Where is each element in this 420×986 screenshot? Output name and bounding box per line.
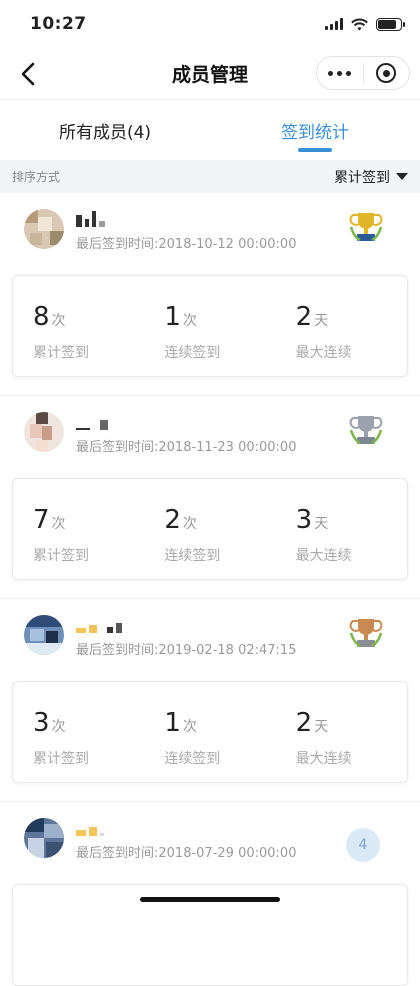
silver-trophy-icon [349,416,383,445]
nav-bar: 成员管理 [0,48,420,100]
more-button[interactable] [317,57,363,89]
stat-total: 3次 累计签到 [33,708,89,767]
sort-label: 排序方式 [12,170,61,184]
stat-max: 3天 最大连续 [295,505,352,564]
tab-label: 签到统计 [281,122,349,143]
sort-bar: 排序方式 累计签到 [0,160,420,193]
more-dots-icon [328,70,352,76]
sort-dropdown[interactable]: 累计签到 [334,167,408,187]
close-miniprogram-button[interactable] [364,57,410,89]
last-checkin-time: 最后签到时间:2018-11-23 00:00:00 [76,440,297,455]
sort-selected: 累计签到 [334,169,390,186]
last-checkin-time: 最后签到时间:2018-10-12 00:00:00 [76,237,297,252]
member-name-blurred [76,211,105,227]
bronze-trophy-icon [349,619,383,648]
member-name-blurred [76,414,108,430]
wifi-icon [351,18,368,30]
stat-consecutive: 1次 连续签到 [164,302,221,361]
member-name-blurred [76,617,122,633]
last-checkin-time: 最后签到时间:2019-02-18 02:47:15 [76,643,297,658]
tab-label: 所有成员(4) [58,122,152,143]
member-item[interactable]: 最后签到时间:2018-07-29 00:00:00 4 [0,801,420,986]
rank-badge: 4 [346,828,380,862]
battery-icon [376,17,405,31]
stats-card: 8次 累计签到 1次 连续签到 2天 最大连续 [12,275,408,377]
tab-all-members[interactable]: 所有成员(4) [0,100,210,160]
stats-card: 3次 累计签到 1次 连续签到 2天 最大连续 [12,681,408,783]
tab-checkin-stats[interactable]: 签到统计 [210,100,420,160]
stat-consecutive: 1次 连续签到 [164,708,221,767]
member-item[interactable]: 最后签到时间:2018-10-12 00:00:00 8次 累计签到 1次 连续… [0,193,420,377]
last-checkin-time: 最后签到时间:2018-07-29 00:00:00 [76,846,297,861]
stats-card: 7次 累计签到 2次 连续签到 3天 最大连续 [12,478,408,580]
member-item[interactable]: 最后签到时间:2019-02-18 02:47:15 3次 累计签到 1次 连续… [0,598,420,783]
gold-trophy-icon [349,213,383,242]
miniprogram-capsule [316,56,410,90]
chevron-left-icon [21,62,35,86]
avatar [24,818,64,858]
member-item[interactable]: 最后签到时间:2018-11-23 00:00:00 7次 累计签到 2次 连续… [0,395,420,580]
stat-consecutive: 2次 连续签到 [164,505,221,564]
stat-total: 8次 累计签到 [33,302,89,361]
avatar [24,209,64,249]
status-time: 10:27 [30,14,87,34]
member-name-blurred [76,820,104,836]
stat-total: 7次 累计签到 [33,505,89,564]
avatar [24,412,64,452]
stat-max: 2天 最大连续 [295,708,352,767]
stat-max: 2天 最大连续 [295,302,352,361]
avatar [24,615,64,655]
caret-down-icon [396,173,408,180]
member-list: 最后签到时间:2018-10-12 00:00:00 8次 累计签到 1次 连续… [0,193,420,986]
target-icon [376,63,397,83]
page-title: 成员管理 [171,64,248,86]
status-icons [325,17,405,31]
active-tab-indicator [298,148,332,152]
status-bar: 10:27 [0,0,420,48]
back-button[interactable] [14,60,42,88]
signal-icon [325,18,343,30]
home-indicator [140,897,280,902]
tab-bar: 所有成员(4) 签到统计 [0,100,420,160]
